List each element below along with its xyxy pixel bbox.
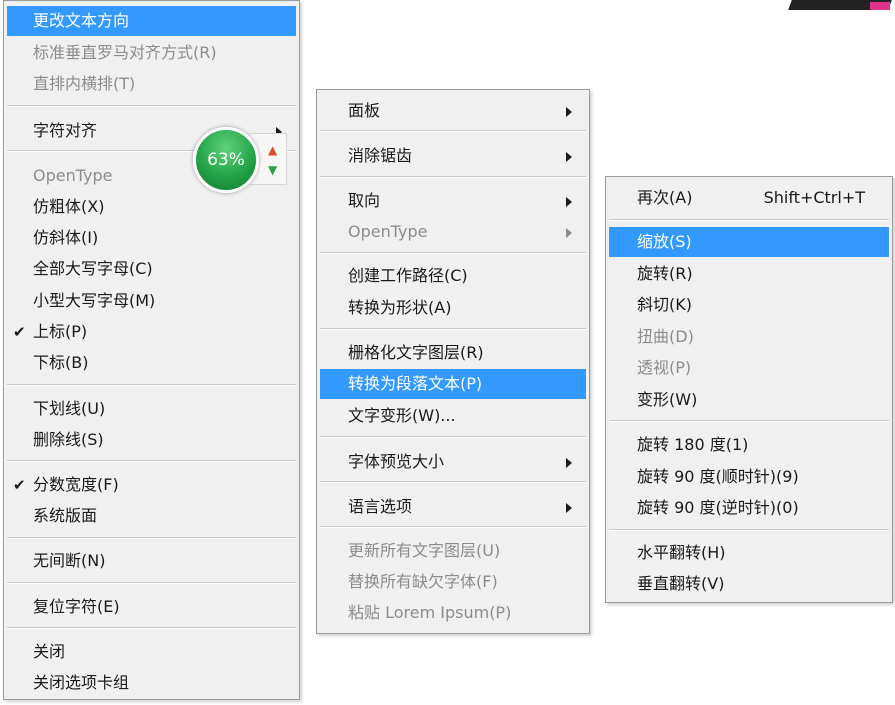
menu-item-small-caps[interactable]: 小型大写字母(M) [7,286,296,316]
menu-item-convert-to-paragraph-text[interactable]: 转换为段落文本(P) [320,369,586,399]
menu-item-rotate-90-cw[interactable]: 旋转 90 度(顺时针)(9) [609,462,889,492]
menu-item-distort[interactable]: 扭曲(D) [609,322,889,352]
menu-item-anti-alias[interactable]: 消除锯齿 [320,141,586,171]
menu-item-close-tab-group[interactable]: 关闭选项卡组 [7,668,296,698]
menu-item-system-layout[interactable]: 系统版面 [7,501,296,531]
menu-item-update-all-text-layers[interactable]: 更新所有文字图层(U) [320,536,586,566]
menu-separator [609,420,889,422]
menu-item-strikethrough[interactable]: 删除线(S) [7,425,296,455]
menu-item-panels[interactable]: 面板 [320,96,586,126]
menu-item-underline[interactable]: 下划线(U) [7,394,296,424]
menu-item-language-options[interactable]: 语言选项 [320,492,586,522]
menu-item-convert-to-shape[interactable]: 转换为形状(A) [320,293,586,323]
menu-item-fractional-widths[interactable]: ✔ 分数宽度(F) [7,470,296,500]
down-arrow-icon: ▼ [268,163,278,177]
menu-item-rotate-90-ccw[interactable]: 旋转 90 度(逆时针)(0) [609,493,889,523]
menu-item-warp[interactable]: 变形(W) [609,385,889,415]
menu-item-all-caps[interactable]: 全部大写字母(C) [7,254,296,284]
menu-item-no-break[interactable]: 无间断(N) [7,546,296,576]
menu-item-paste-lorem-ipsum[interactable]: 粘贴 Lorem Ipsum(P) [320,598,586,628]
submenu-arrow-icon [566,152,572,162]
checkmark-icon: ✔ [13,476,26,494]
submenu-arrow-icon [566,503,572,513]
menu-item-rasterize-type-layer[interactable]: 栅格化文字图层(R) [320,338,586,368]
menu-item-skew[interactable]: 斜切(K) [609,290,889,320]
checkmark-icon: ✔ [13,323,26,341]
menu-item-orientation[interactable]: 取向 [320,186,586,216]
submenu-arrow-icon [566,197,572,207]
menu-item-flip-vertical[interactable]: 垂直翻转(V) [609,569,889,599]
menu-item-scale[interactable]: 缩放(S) [609,227,889,257]
menu-separator [7,105,296,107]
menu-separator [320,526,586,528]
menu-item-rotate-180[interactable]: 旋转 180 度(1) [609,430,889,460]
network-speed-badge: 63% ▲ ▼ [190,121,290,193]
menu-item-again[interactable]: 再次(A) Shift+Ctrl+T [609,183,889,213]
menu-item-change-text-orientation[interactable]: 更改文本方向 [7,6,296,36]
menu-item-reset-character[interactable]: 复位字符(E) [7,592,296,622]
menu-separator [609,219,889,221]
menu-item-flip-horizontal[interactable]: 水平翻转(H) [609,538,889,568]
menu-separator [320,481,586,483]
background-graphic [680,0,895,18]
submenu-arrow-icon [566,228,572,238]
menu-item-subscript[interactable]: 下标(B) [7,348,296,378]
menu-item-font-preview-size[interactable]: 字体预览大小 [320,447,586,477]
menu-item-standard-vertical-roman[interactable]: 标准垂直罗马对齐方式(R) [7,38,296,68]
menu-item-tate-chu-yoko[interactable]: 直排内横排(T) [7,69,296,99]
menu-item-close[interactable]: 关闭 [7,637,296,667]
menu-item-perspective[interactable]: 透视(P) [609,353,889,383]
context-menu-type: 更改文本方向 标准垂直罗马对齐方式(R) 直排内横排(T) 字符对齐 OpenT… [3,0,300,700]
menu-separator [7,627,296,629]
menu-item-replace-missing-fonts[interactable]: 替换所有缺欠字体(F) [320,567,586,597]
submenu-arrow-icon [566,458,572,468]
menu-item-warp-text[interactable]: 文字变形(W)... [320,401,586,431]
menu-item-opentype[interactable]: OpenType [320,217,586,247]
menu-item-rotate[interactable]: 旋转(R) [609,259,889,289]
menu-separator [7,384,296,386]
menu-separator [320,130,586,132]
menu-separator [320,176,586,178]
submenu-arrow-icon [566,107,572,117]
menu-item-faux-bold[interactable]: 仿粗体(X) [7,192,296,222]
menu-separator [7,537,296,539]
menu-separator [7,460,296,462]
submenu-transform: 再次(A) Shift+Ctrl+T 缩放(S) 旋转(R) 斜切(K) 扭曲(D… [605,176,893,603]
menu-separator [320,252,586,254]
menu-item-superscript[interactable]: ✔ 上标(P) [7,317,296,347]
menu-item-faux-italic[interactable]: 仿斜体(I) [7,223,296,253]
menu-separator [7,582,296,584]
percent-circle: 63% [193,127,259,193]
menu-item-create-work-path[interactable]: 创建工作路径(C) [320,261,586,291]
background-accent [870,2,890,10]
menu-separator [320,436,586,438]
submenu-text: 面板 消除锯齿 取向 OpenType 创建工作路径(C) 转换为形状(A) 栅… [316,89,590,634]
menu-separator [609,529,889,531]
shortcut-label: Shift+Ctrl+T [763,188,865,207]
menu-separator [320,328,586,330]
up-arrow-icon: ▲ [268,143,278,157]
